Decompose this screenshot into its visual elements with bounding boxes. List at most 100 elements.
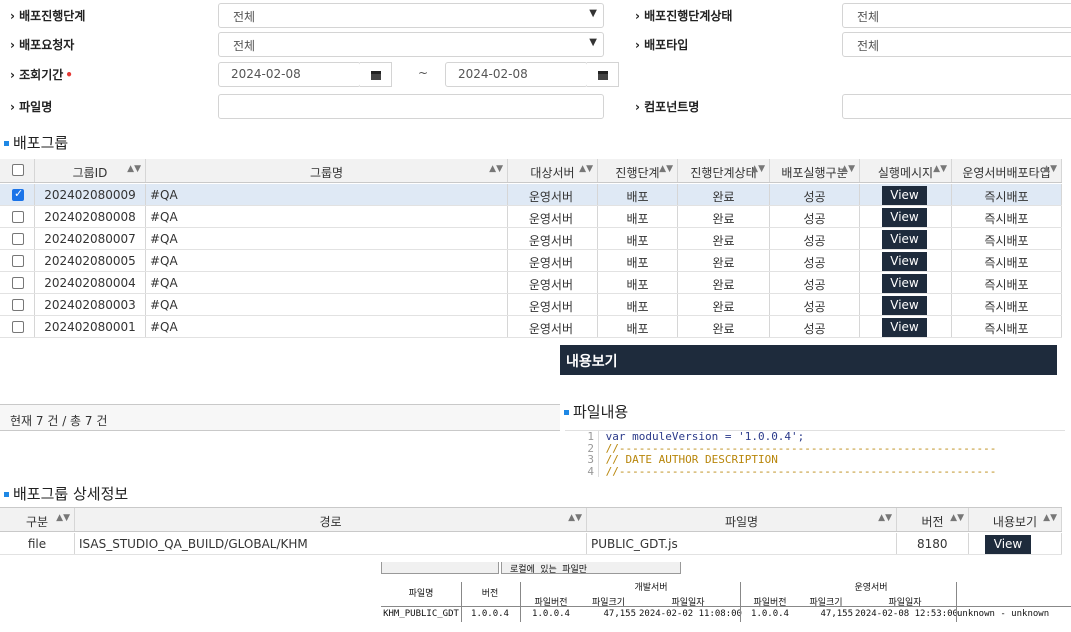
row-checkbox[interactable] <box>12 299 24 311</box>
header-version[interactable]: 버전 ▲▼ <box>897 508 969 531</box>
stage-status-select-value: 전체 <box>857 10 880 24</box>
date-to-calendar-button[interactable] <box>587 62 619 87</box>
date-to-input[interactable]: 2024-02-08 <box>445 62 588 87</box>
detail-filename: PUBLIC_GDT.js <box>587 533 897 554</box>
detail-view-button[interactable]: View <box>985 535 1031 554</box>
header-group-name[interactable]: 그룹명 ▲▼ <box>146 159 508 182</box>
row-checkbox[interactable] <box>12 233 24 245</box>
header-kind[interactable]: 구분 ▲▼ <box>0 508 75 531</box>
view-message-button[interactable]: View <box>882 252 927 271</box>
exec-type: 성공 <box>770 206 860 227</box>
table-row[interactable]: 202402080005 #QA 운영서버 배포 완료 성공 View 즉시배포 <box>0 250 1062 272</box>
view-message-button[interactable]: View <box>882 186 927 205</box>
header-exec-type[interactable]: 배포실행구분 ▲▼ <box>770 159 860 182</box>
sort-icon: ▲▼ <box>56 513 70 523</box>
component-input[interactable] <box>842 94 1071 119</box>
calendar-icon <box>598 71 608 80</box>
stage-select[interactable]: 전체 ▼ <box>218 3 604 28</box>
compare-h-version: 버전 <box>481 589 499 599</box>
stage-status: 완료 <box>678 294 770 315</box>
compare-tab-local-only[interactable]: 로컬에 있는 파일만 <box>501 562 681 575</box>
row-checkbox[interactable] <box>12 255 24 267</box>
required-mark: • <box>65 68 73 82</box>
deploy-type: 즉시배포 <box>952 272 1062 293</box>
popup-title-bar: 내용보기 <box>560 345 1057 375</box>
deploy-type: 즉시배포 <box>952 316 1062 337</box>
group-id: 202402080007 <box>35 228 146 249</box>
view-message-button[interactable]: View <box>882 230 927 249</box>
group-id: 202402080003 <box>35 294 146 315</box>
sort-icon: ▲▼ <box>878 513 892 523</box>
stage-label: › 배포진행단계 <box>10 9 86 23</box>
type-select[interactable]: 전체 <box>842 32 1071 57</box>
table-row[interactable]: 202402080009#QA운영서버배포완료성공 View 즉시배포 <box>0 184 1062 206</box>
compare-prod-date: 2024-02-08 12:53:00 <box>855 609 958 619</box>
table-row[interactable]: 202402080007 #QA 운영서버 배포 완료 성공 View 즉시배포 <box>0 228 1062 250</box>
target-server: 운영서버 <box>508 206 598 227</box>
date-from-calendar-button[interactable] <box>360 62 392 87</box>
table-row[interactable]: 202402080001 #QA 운영서버 배포 완료 성공 View 즉시배포 <box>0 316 1062 338</box>
record-count: 현재 7 건 / 총 7 건 <box>10 414 108 428</box>
table-row[interactable]: 202402080004 #QA 운영서버 배포 완료 성공 View 즉시배포 <box>0 272 1062 294</box>
row-checkbox[interactable] <box>12 187 24 201</box>
view-message-button[interactable]: View <box>882 296 927 315</box>
exec-message-cell: View <box>860 184 952 205</box>
header-path[interactable]: 경로 ▲▼ <box>75 508 587 531</box>
target-server: 운영서버 <box>508 184 598 205</box>
popup-subtitle: 파일내용 <box>564 401 628 422</box>
row-select-cell <box>0 272 35 293</box>
sort-icon: ▲▼ <box>933 164 947 174</box>
stage-status-select[interactable]: 전체 <box>842 3 1071 28</box>
date-from-input[interactable]: 2024-02-08 <box>218 62 361 87</box>
compare-dev-file-version: 1.0.0.4 <box>532 609 570 619</box>
exec-message-cell: View <box>860 206 952 227</box>
row-checkbox[interactable] <box>12 211 24 223</box>
header-deploy-type[interactable]: 운영서버배포타입 ▲▼ <box>952 159 1062 182</box>
stage: 배포 <box>598 316 678 337</box>
table-row[interactable]: 202402080008 #QA 운영서버 배포 완료 성공 View 즉시배포 <box>0 206 1062 228</box>
row-checkbox[interactable] <box>12 277 24 289</box>
select-all-checkbox[interactable] <box>12 164 24 176</box>
bullet-icon <box>4 492 9 497</box>
filter-row-filename: › 파일명 › 컴포넌트명 <box>0 91 1071 122</box>
header-target-server[interactable]: 대상서버 ▲▼ <box>508 159 598 182</box>
code-viewer[interactable]: 1 var moduleVersion = '1.0.0.4'; 2 //---… <box>565 430 1065 487</box>
requester-select[interactable]: 전체 ▼ <box>218 32 604 57</box>
row-checkbox[interactable] <box>12 321 24 333</box>
header-filename[interactable]: 파일명 ▲▼ <box>587 508 897 531</box>
stage-status: 완료 <box>678 206 770 227</box>
row-select-cell <box>0 184 35 205</box>
view-message-button[interactable]: View <box>882 318 927 337</box>
filename-input[interactable] <box>218 94 604 119</box>
row-select-cell <box>0 294 35 315</box>
version-compare-panel: 로컬에 있는 파일만 파일명 버전 개발서버 운영서버 파일버전 파일크기 파일… <box>381 562 1071 624</box>
target-server: 운영서버 <box>508 228 598 249</box>
group-section-title: 배포그룹 <box>4 132 68 153</box>
sort-icon: ▲▼ <box>950 513 964 523</box>
header-stage-status[interactable]: 진행단계상태 ▲▼ <box>678 159 770 182</box>
exec-message-cell: View <box>860 316 952 337</box>
compare-tab-left[interactable] <box>381 562 499 574</box>
row-select-cell <box>0 206 35 227</box>
popup-title: 내용보기 <box>566 354 618 370</box>
table-row[interactable]: 202402080003 #QA 운영서버 배포 완료 성공 View 즉시배포 <box>0 294 1062 316</box>
view-message-button[interactable]: View <box>882 208 927 227</box>
stage-select-value: 전체 <box>233 10 256 24</box>
view-message-button[interactable]: View <box>882 274 927 293</box>
detail-table-row[interactable]: file ISAS_STUDIO_QA_BUILD/GLOBAL/KHM PUB… <box>0 533 1062 555</box>
header-select-all[interactable] <box>0 159 35 182</box>
compare-col-sep <box>461 582 462 622</box>
row-select-cell <box>0 228 35 249</box>
stage: 배포 <box>598 250 678 271</box>
header-group-id[interactable]: 그룹ID ▲▼ <box>35 159 146 182</box>
header-exec-message[interactable]: 실행메시지 ▲▼ <box>860 159 952 182</box>
sort-icon: ▲▼ <box>841 164 855 174</box>
compare-col-sep <box>520 582 521 622</box>
compare-col-sep <box>956 582 957 622</box>
stage-status: 완료 <box>678 228 770 249</box>
header-stage[interactable]: 진행단계 ▲▼ <box>598 159 678 182</box>
header-view-content[interactable]: 내용보기 ▲▼ <box>969 508 1062 531</box>
stage: 배포 <box>598 184 678 205</box>
stage-status: 완료 <box>678 272 770 293</box>
chevron-down-icon: ▼ <box>589 37 597 48</box>
